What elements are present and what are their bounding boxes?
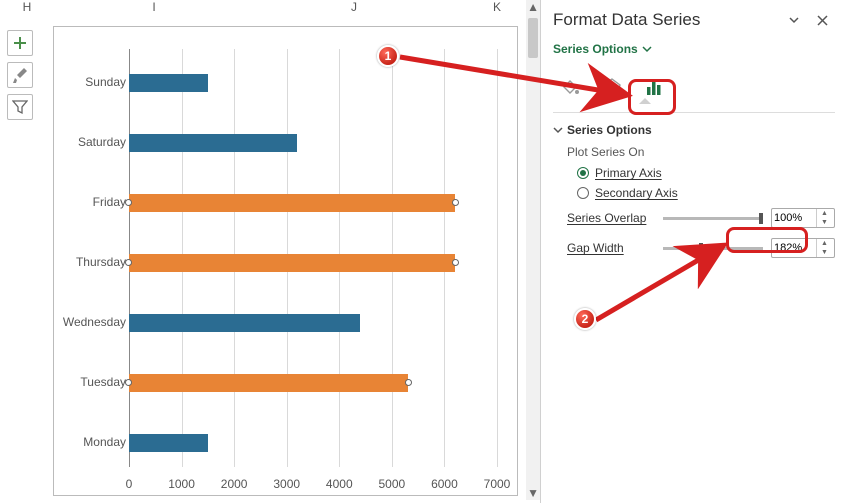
secondary-axis-label: Secondary Axis [595, 186, 678, 200]
col-h-H[interactable]: H [0, 0, 54, 18]
y-axis-label: Wednesday [56, 315, 126, 329]
panel-title: Format Data Series [553, 10, 700, 30]
panel-header: Format Data Series [553, 6, 835, 40]
format-data-series-panel: Format Data Series Series Options [553, 6, 835, 498]
paint-bucket-icon [559, 76, 581, 98]
plot-series-on-label: Plot Series On [553, 143, 835, 163]
series-options-menu[interactable]: Series Options [553, 40, 835, 68]
chart-styles-button[interactable] [7, 62, 33, 88]
y-axis-label: Thursday [56, 255, 126, 269]
series-overlap-slider[interactable] [663, 211, 763, 225]
scroll-up-icon[interactable]: ▲ [528, 0, 538, 14]
col-h-J[interactable]: J [254, 0, 454, 18]
series-overlap-value[interactable] [772, 212, 816, 224]
x-axis-label: 1000 [168, 477, 195, 491]
tab-fill[interactable] [557, 74, 583, 100]
tab-effects[interactable] [599, 74, 625, 100]
bar-series2[interactable] [129, 374, 408, 392]
x-axis-label: 3000 [273, 477, 300, 491]
y-axis-label: Friday [56, 195, 126, 209]
brush-icon [12, 67, 28, 83]
y-axis-label: Monday [56, 435, 126, 449]
divider [553, 112, 835, 113]
series-overlap-input[interactable]: ▲▼ [771, 208, 835, 228]
radio-secondary-axis[interactable]: Secondary Axis [553, 183, 835, 203]
funnel-icon [12, 99, 28, 115]
x-axis-label: 4000 [326, 477, 353, 491]
panel-collapse-button[interactable] [785, 11, 803, 29]
chart-elements-button[interactable] [7, 30, 33, 56]
bar-series1[interactable] [129, 74, 208, 92]
tab-series-options[interactable] [641, 74, 667, 100]
spin-up-icon[interactable]: ▲ [817, 239, 832, 248]
pane-divider[interactable] [540, 0, 541, 503]
bar-series2[interactable] [129, 254, 455, 272]
chevron-down-icon [788, 14, 800, 26]
series-overlap-row: Series Overlap ▲▼ [553, 203, 835, 233]
gap-width-value[interactable] [772, 242, 816, 254]
primary-axis-label: Primary Axis [595, 166, 662, 180]
pentagon-icon [601, 76, 623, 98]
scroll-thumb[interactable] [528, 18, 538, 58]
x-axis-label: 6000 [431, 477, 458, 491]
section-series-options[interactable]: Series Options [553, 123, 835, 143]
x-axis-label: 2000 [221, 477, 248, 491]
series-overlap-label: Series Overlap [567, 211, 655, 225]
section-title-label: Series Options [567, 123, 652, 137]
close-icon [817, 15, 828, 26]
x-axis-label: 0 [126, 477, 133, 491]
col-h-I[interactable]: I [54, 0, 254, 18]
chart-object[interactable]: Sunday Saturday Friday Thursday Wednesda… [53, 26, 518, 496]
y-axis-label: Tuesday [56, 375, 126, 389]
bar-series1[interactable] [129, 134, 297, 152]
bar-chart-icon [643, 76, 665, 98]
gap-width-row: Gap Width ▲▼ [553, 233, 835, 263]
bar-series2[interactable] [129, 194, 455, 212]
column-headers: H I J K [0, 0, 540, 18]
scroll-down-icon[interactable]: ▼ [528, 486, 538, 500]
chart-plot-area[interactable] [129, 49, 497, 467]
bar-series1[interactable] [129, 434, 208, 452]
chart-filters-button[interactable] [7, 94, 33, 120]
bar-series1[interactable] [129, 314, 360, 332]
gap-width-input[interactable]: ▲▼ [771, 238, 835, 258]
spin-down-icon[interactable]: ▼ [817, 218, 832, 227]
spin-up-icon[interactable]: ▲ [817, 209, 832, 218]
panel-close-button[interactable] [813, 11, 831, 29]
series-options-menu-label: Series Options [553, 42, 638, 56]
gap-width-slider[interactable] [663, 241, 763, 255]
x-axis-label: 5000 [379, 477, 406, 491]
plus-icon [12, 35, 28, 51]
y-axis-label: Saturday [56, 135, 126, 149]
x-axis-label: 7000 [484, 477, 511, 491]
tab-indicator [639, 98, 651, 104]
chevron-down-icon [553, 125, 563, 135]
panel-tabs [553, 68, 835, 106]
gap-width-label: Gap Width [567, 241, 655, 255]
chevron-down-icon [642, 44, 652, 54]
radio-icon [577, 167, 589, 179]
chart-tools [7, 30, 35, 120]
radio-primary-axis[interactable]: Primary Axis [553, 163, 835, 183]
spin-down-icon[interactable]: ▼ [817, 248, 832, 257]
vertical-scrollbar[interactable]: ▲ ▼ [526, 0, 540, 500]
radio-icon [577, 187, 589, 199]
y-axis-label: Sunday [56, 75, 126, 89]
